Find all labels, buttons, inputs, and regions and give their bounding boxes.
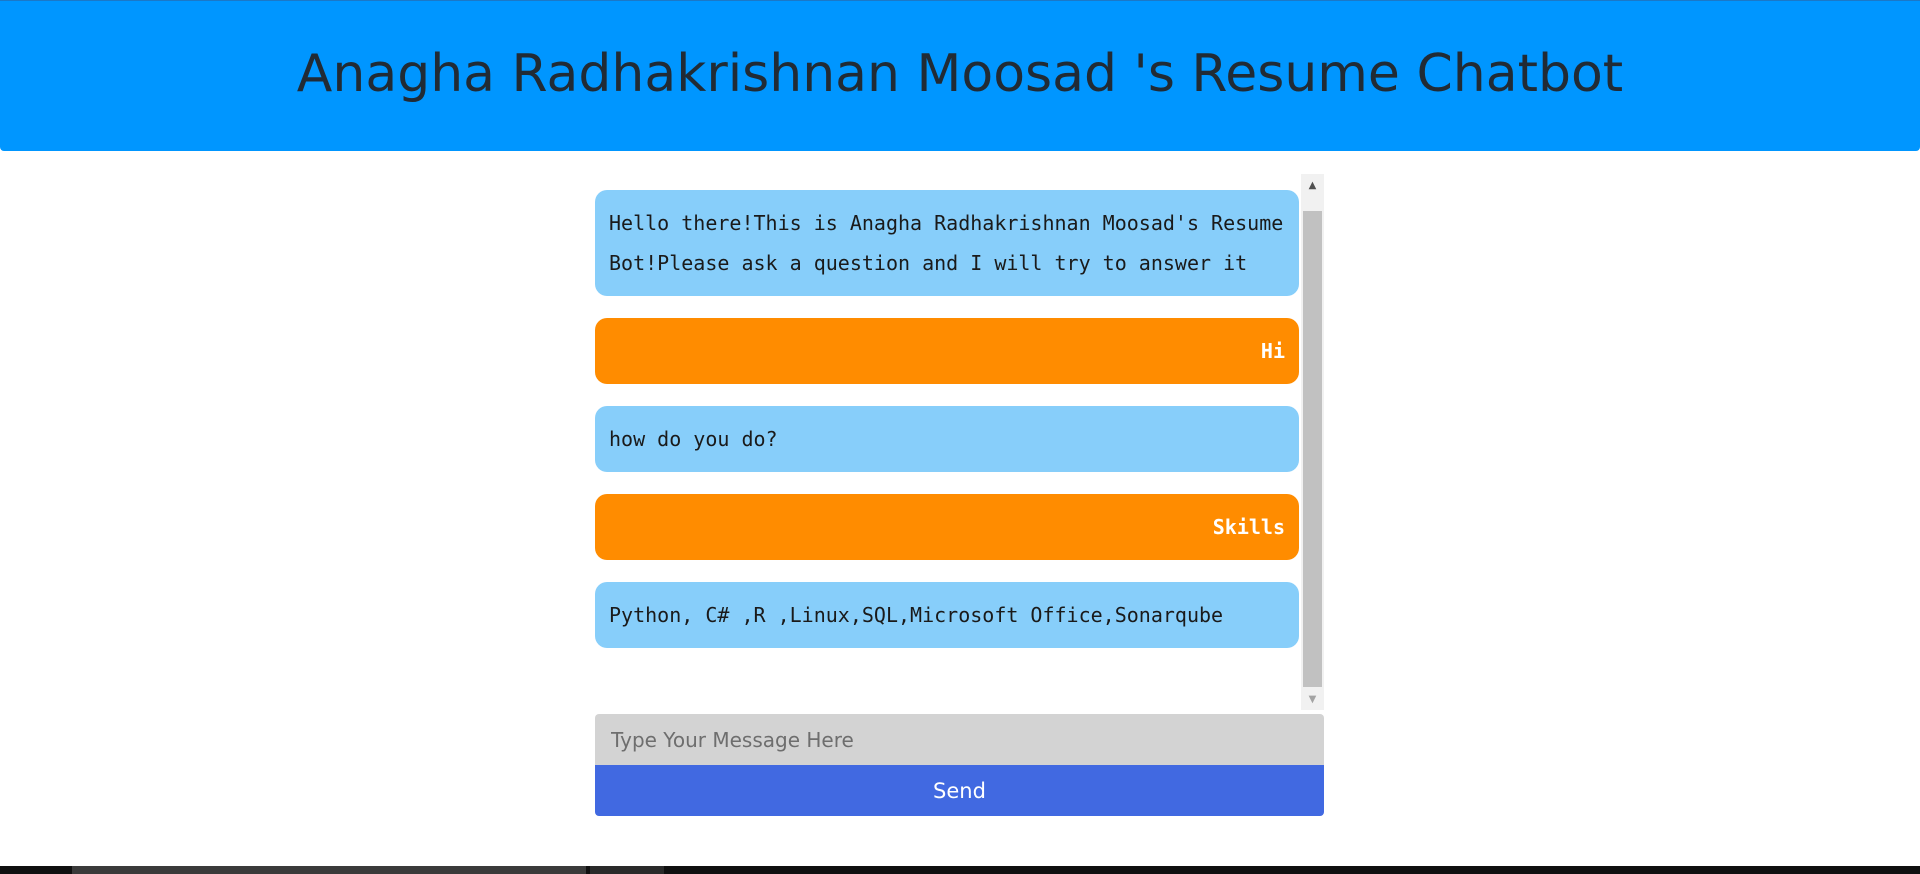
message-input[interactable]	[595, 714, 1324, 765]
scroll-up-arrow-icon[interactable]: ▲	[1301, 174, 1324, 196]
chat-window[interactable]: Hello there!This is Anagha Radhakrishnan…	[595, 174, 1324, 710]
page-title: Anagha Radhakrishnan Moosad 's Resume Ch…	[296, 44, 1624, 104]
user-message: Skills	[595, 494, 1299, 560]
bot-message: how do you do?	[595, 406, 1299, 472]
chat-container: Hello there!This is Anagha Radhakrishnan…	[595, 174, 1324, 710]
os-taskbar	[0, 866, 1920, 874]
message-list: Hello there!This is Anagha Radhakrishnan…	[595, 190, 1299, 670]
bot-message: Hello there!This is Anagha Radhakrishnan…	[595, 190, 1299, 296]
chat-scrollbar[interactable]: ▲ ▼	[1301, 174, 1324, 710]
scrollbar-thumb[interactable]	[1303, 211, 1322, 687]
taskbar-item[interactable]	[590, 866, 664, 874]
page-header: Anagha Radhakrishnan Moosad 's Resume Ch…	[0, 0, 1920, 151]
message-input-row	[595, 714, 1324, 765]
bot-message: Python, C# ,R ,Linux,SQL,Microsoft Offic…	[595, 582, 1299, 648]
user-message: Hi	[595, 318, 1299, 384]
taskbar-item[interactable]	[72, 866, 586, 874]
send-button[interactable]: Send	[595, 765, 1324, 816]
scroll-down-arrow-icon[interactable]: ▼	[1301, 688, 1324, 710]
